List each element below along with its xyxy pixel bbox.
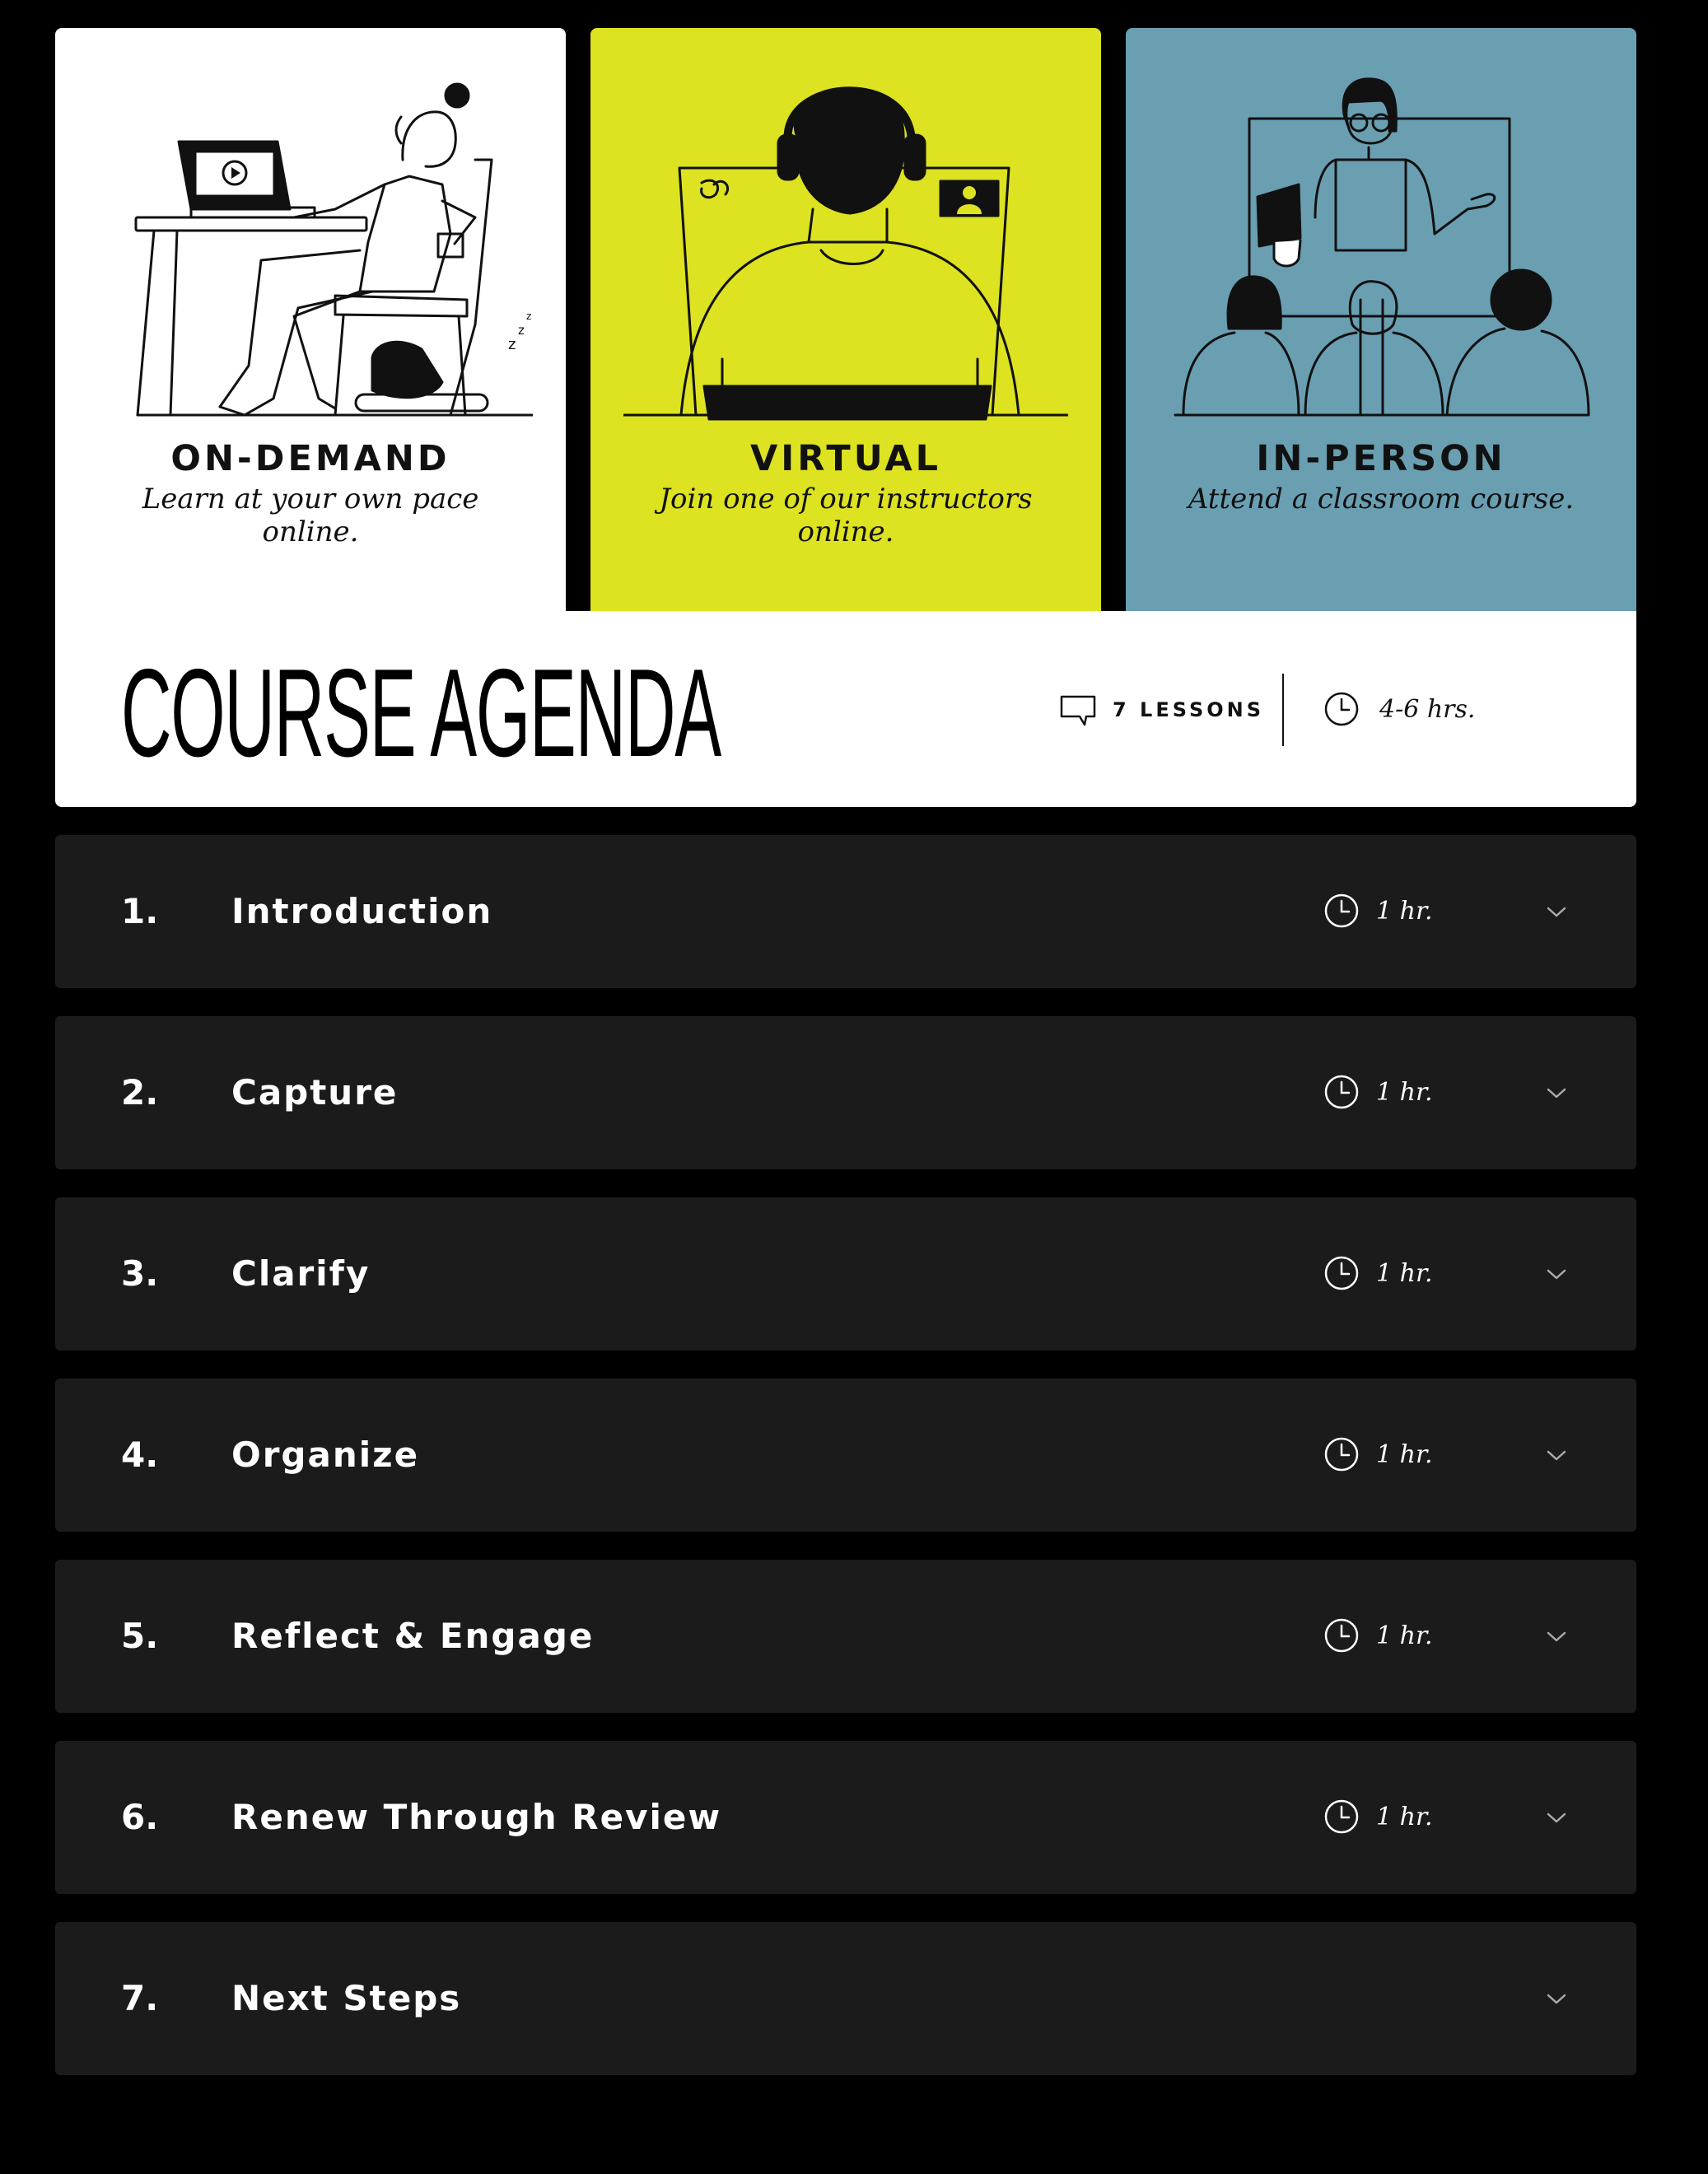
on-demand-description: Learn at your own pace online. xyxy=(142,483,479,548)
in-person-card[interactable]: IN-PERSON Attend a classroom course. xyxy=(1126,28,1636,611)
lesson-duration: 1 hr. xyxy=(1376,1078,1433,1107)
lesson-row-next-steps[interactable]: 7. Next Steps xyxy=(55,1922,1636,2075)
lesson-title: Introduction xyxy=(231,891,493,931)
lesson-title: Organize xyxy=(231,1435,420,1475)
lesson-number: 2. xyxy=(121,1072,159,1113)
clock-icon xyxy=(1324,893,1359,928)
chevron-down-icon[interactable] xyxy=(1544,1265,1569,1283)
lesson-number: 5. xyxy=(121,1616,159,1656)
chevron-down-icon[interactable] xyxy=(1544,1990,1569,2008)
svg-text:z: z xyxy=(518,323,525,338)
lesson-duration: 1 hr. xyxy=(1376,1621,1433,1650)
clock-icon xyxy=(1324,692,1359,726)
lesson-number: 4. xyxy=(121,1435,159,1475)
lesson-row-introduction[interactable]: 1. Introduction 1 hr. xyxy=(55,835,1636,988)
total-duration-label: 4-6 hrs. xyxy=(1379,694,1476,724)
delivery-options: z z z ON-DEMAND Learn at your own pace o… xyxy=(55,28,1636,611)
meta-divider xyxy=(1282,674,1284,746)
on-demand-card[interactable]: z z z ON-DEMAND Learn at your own pace o… xyxy=(55,28,566,611)
in-person-title: IN-PERSON xyxy=(1256,438,1506,479)
lesson-title: Reflect & Engage xyxy=(231,1616,595,1656)
lesson-number: 6. xyxy=(121,1797,159,1837)
clock-icon xyxy=(1324,1799,1359,1834)
lessons-count: 7 LESSONS xyxy=(1060,690,1264,730)
lesson-duration: 1 hr. xyxy=(1376,1440,1433,1469)
lesson-row-capture[interactable]: 2. Capture 1 hr. xyxy=(55,1016,1636,1169)
lesson-row-clarify[interactable]: 3. Clarify 1 hr. xyxy=(55,1197,1636,1351)
lesson-number: 7. xyxy=(121,1978,159,2018)
lesson-duration: 1 hr. xyxy=(1376,1803,1433,1831)
virtual-card[interactable]: VIRTUAL Join one of our instructors onli… xyxy=(590,28,1101,611)
speech-bubble-icon xyxy=(1060,695,1096,726)
lesson-row-renew-through-review[interactable]: 6. Renew Through Review 1 hr. xyxy=(55,1741,1636,1894)
classroom-instructor-illustration xyxy=(1174,77,1590,417)
clock-icon xyxy=(1324,1256,1359,1290)
clock-icon xyxy=(1324,1075,1359,1109)
chevron-down-icon[interactable] xyxy=(1544,1627,1569,1645)
clock-icon xyxy=(1324,1618,1359,1653)
lesson-duration: 1 hr. xyxy=(1376,897,1433,926)
svg-text:z: z xyxy=(508,336,516,353)
lesson-title: Renew Through Review xyxy=(231,1797,722,1837)
person-at-laptop-illustration: z z z xyxy=(134,82,533,417)
virtual-title: VIRTUAL xyxy=(749,438,942,479)
virtual-description: Join one of our instructors online. xyxy=(659,483,1033,548)
chevron-down-icon[interactable] xyxy=(1544,1446,1569,1464)
lesson-row-organize[interactable]: 4. Organize 1 hr. xyxy=(55,1379,1636,1532)
total-duration: 4-6 hrs. xyxy=(1323,688,1475,730)
in-person-description: Attend a classroom course. xyxy=(1188,483,1575,516)
agenda-title: COURSE AGENDA xyxy=(121,643,721,783)
lesson-number: 1. xyxy=(121,891,159,931)
chevron-down-icon[interactable] xyxy=(1544,1808,1569,1826)
lesson-title: Capture xyxy=(231,1072,399,1113)
chevron-down-icon[interactable] xyxy=(1544,1084,1569,1102)
lesson-row-reflect-engage[interactable]: 5. Reflect & Engage 1 hr. xyxy=(55,1560,1636,1713)
agenda-header: COURSE AGENDA 7 LESSONS 4-6 hrs. xyxy=(55,611,1636,807)
chevron-down-icon[interactable] xyxy=(1544,903,1569,921)
clock-icon xyxy=(1324,1437,1359,1472)
svg-text:z: z xyxy=(526,310,531,322)
on-demand-title: ON-DEMAND xyxy=(170,438,450,479)
lesson-number: 3. xyxy=(121,1253,159,1294)
lessons-count-label: 7 LESSONS xyxy=(1113,698,1265,721)
lesson-duration: 1 hr. xyxy=(1376,1259,1433,1288)
lesson-title: Clarify xyxy=(231,1253,371,1294)
person-with-headphones-illustration xyxy=(623,86,1068,421)
lesson-title: Next Steps xyxy=(231,1978,462,2018)
